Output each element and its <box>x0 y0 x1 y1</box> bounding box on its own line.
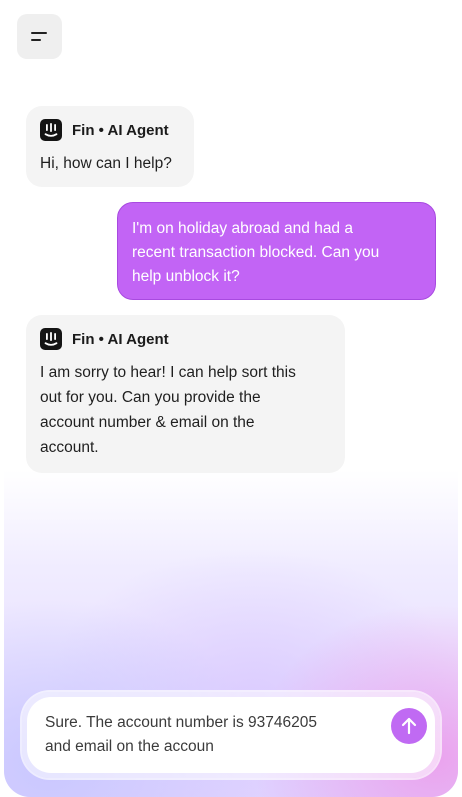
agent-message: Fin • AI Agent Hi, how can I help? <box>26 106 194 187</box>
menu-button[interactable] <box>17 14 62 59</box>
agent-header: Fin • AI Agent <box>40 119 180 141</box>
agent-header: Fin • AI Agent <box>40 328 331 350</box>
fin-logo-icon <box>40 119 62 141</box>
agent-message: Fin • AI Agent I am sorry to hear! I can… <box>26 315 345 473</box>
composer: Sure. The account number is 93746205 and… <box>22 692 440 778</box>
chat-window: Fin • AI Agent Hi, how can I help? I'm o… <box>4 0 458 797</box>
message-input[interactable]: Sure. The account number is 93746205 and… <box>27 697 435 773</box>
arrow-up-icon <box>401 717 417 735</box>
send-button[interactable] <box>391 708 427 744</box>
agent-name: Fin • AI Agent <box>72 121 169 139</box>
fin-logo-icon <box>40 328 62 350</box>
message-input-text[interactable]: Sure. The account number is 93746205 and… <box>45 711 365 759</box>
message-text: I'm on holiday abroad and had a recent t… <box>132 220 380 285</box>
agent-name: Fin • AI Agent <box>72 330 169 348</box>
menu-icon <box>31 32 47 34</box>
message-text: Hi, how can I help? <box>40 155 172 172</box>
user-message: I'm on holiday abroad and had a recent t… <box>117 202 436 300</box>
message-text: I am sorry to hear! I can help sort this… <box>40 364 296 456</box>
